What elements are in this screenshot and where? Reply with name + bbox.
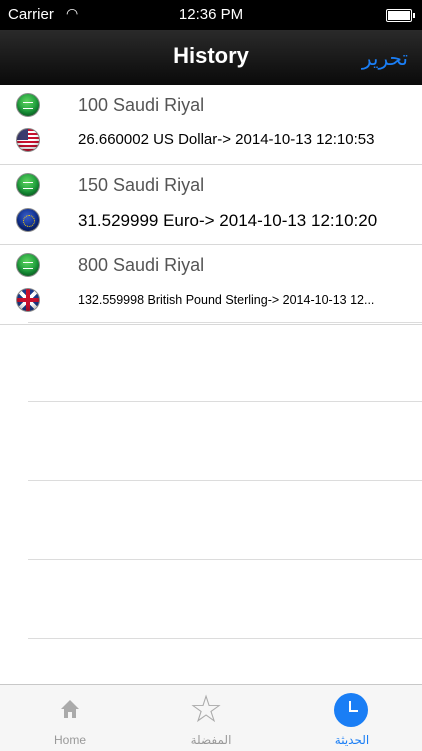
- history-row[interactable]: 100 Saudi Riyal 26.660002 US Dollar-> 20…: [0, 85, 422, 165]
- tab-favorites-label: المفضلة: [190, 733, 232, 747]
- row-divider: [28, 559, 422, 560]
- history-row[interactable]: 800 Saudi Riyal 132.559998 British Pound…: [0, 245, 422, 325]
- row-divider: [28, 638, 422, 639]
- tab-home[interactable]: Home: [0, 685, 140, 751]
- tab-recent[interactable]: الحديثة: [282, 685, 422, 751]
- tab-recent-label: الحديثة: [334, 733, 370, 747]
- row-divider: [28, 322, 422, 323]
- history-result: 31.529999 Euro-> 2014-10-13 12:10:20: [78, 211, 378, 230]
- navigation-bar: History تحرير: [0, 30, 422, 85]
- tab-favorites[interactable]: ☆ المفضلة: [141, 685, 281, 751]
- history-amount: 100 Saudi Riyal: [78, 95, 205, 115]
- battery-icon: [386, 9, 415, 22]
- tab-home-label: Home: [53, 733, 86, 747]
- history-result: 132.559998 British Pound Sterling-> 2014…: [78, 293, 375, 307]
- united-states-flag-icon: [16, 128, 40, 152]
- status-bar: Carrier ◠ 12:36 PM: [0, 0, 422, 30]
- saudi-arabia-flag-icon: [16, 93, 40, 117]
- tab-bar: Home ☆ المفضلة الحديثة: [0, 684, 422, 751]
- united-kingdom-flag-icon: [16, 288, 40, 312]
- history-row[interactable]: 150 Saudi Riyal 31.529999 Euro-> 2014-10…: [0, 165, 422, 245]
- page-title: History: [173, 43, 249, 68]
- row-divider: [28, 480, 422, 481]
- status-time: 12:36 PM: [178, 6, 244, 23]
- european-union-flag-icon: [16, 208, 40, 232]
- history-result: 26.660002 US Dollar-> 2014-10-13 12:10:5…: [78, 131, 375, 148]
- clock-icon: [334, 693, 368, 727]
- history-amount: 800 Saudi Riyal: [78, 255, 205, 275]
- row-divider: [28, 401, 422, 402]
- history-amount: 150 Saudi Riyal: [78, 175, 205, 195]
- saudi-arabia-flag-icon: [16, 173, 40, 197]
- saudi-arabia-flag-icon: [16, 253, 40, 277]
- home-icon: [61, 700, 79, 718]
- history-list: 100 Saudi Riyal 26.660002 US Dollar-> 20…: [0, 85, 422, 325]
- edit-button[interactable]: تحرير: [362, 46, 408, 70]
- star-icon: ☆: [189, 689, 224, 731]
